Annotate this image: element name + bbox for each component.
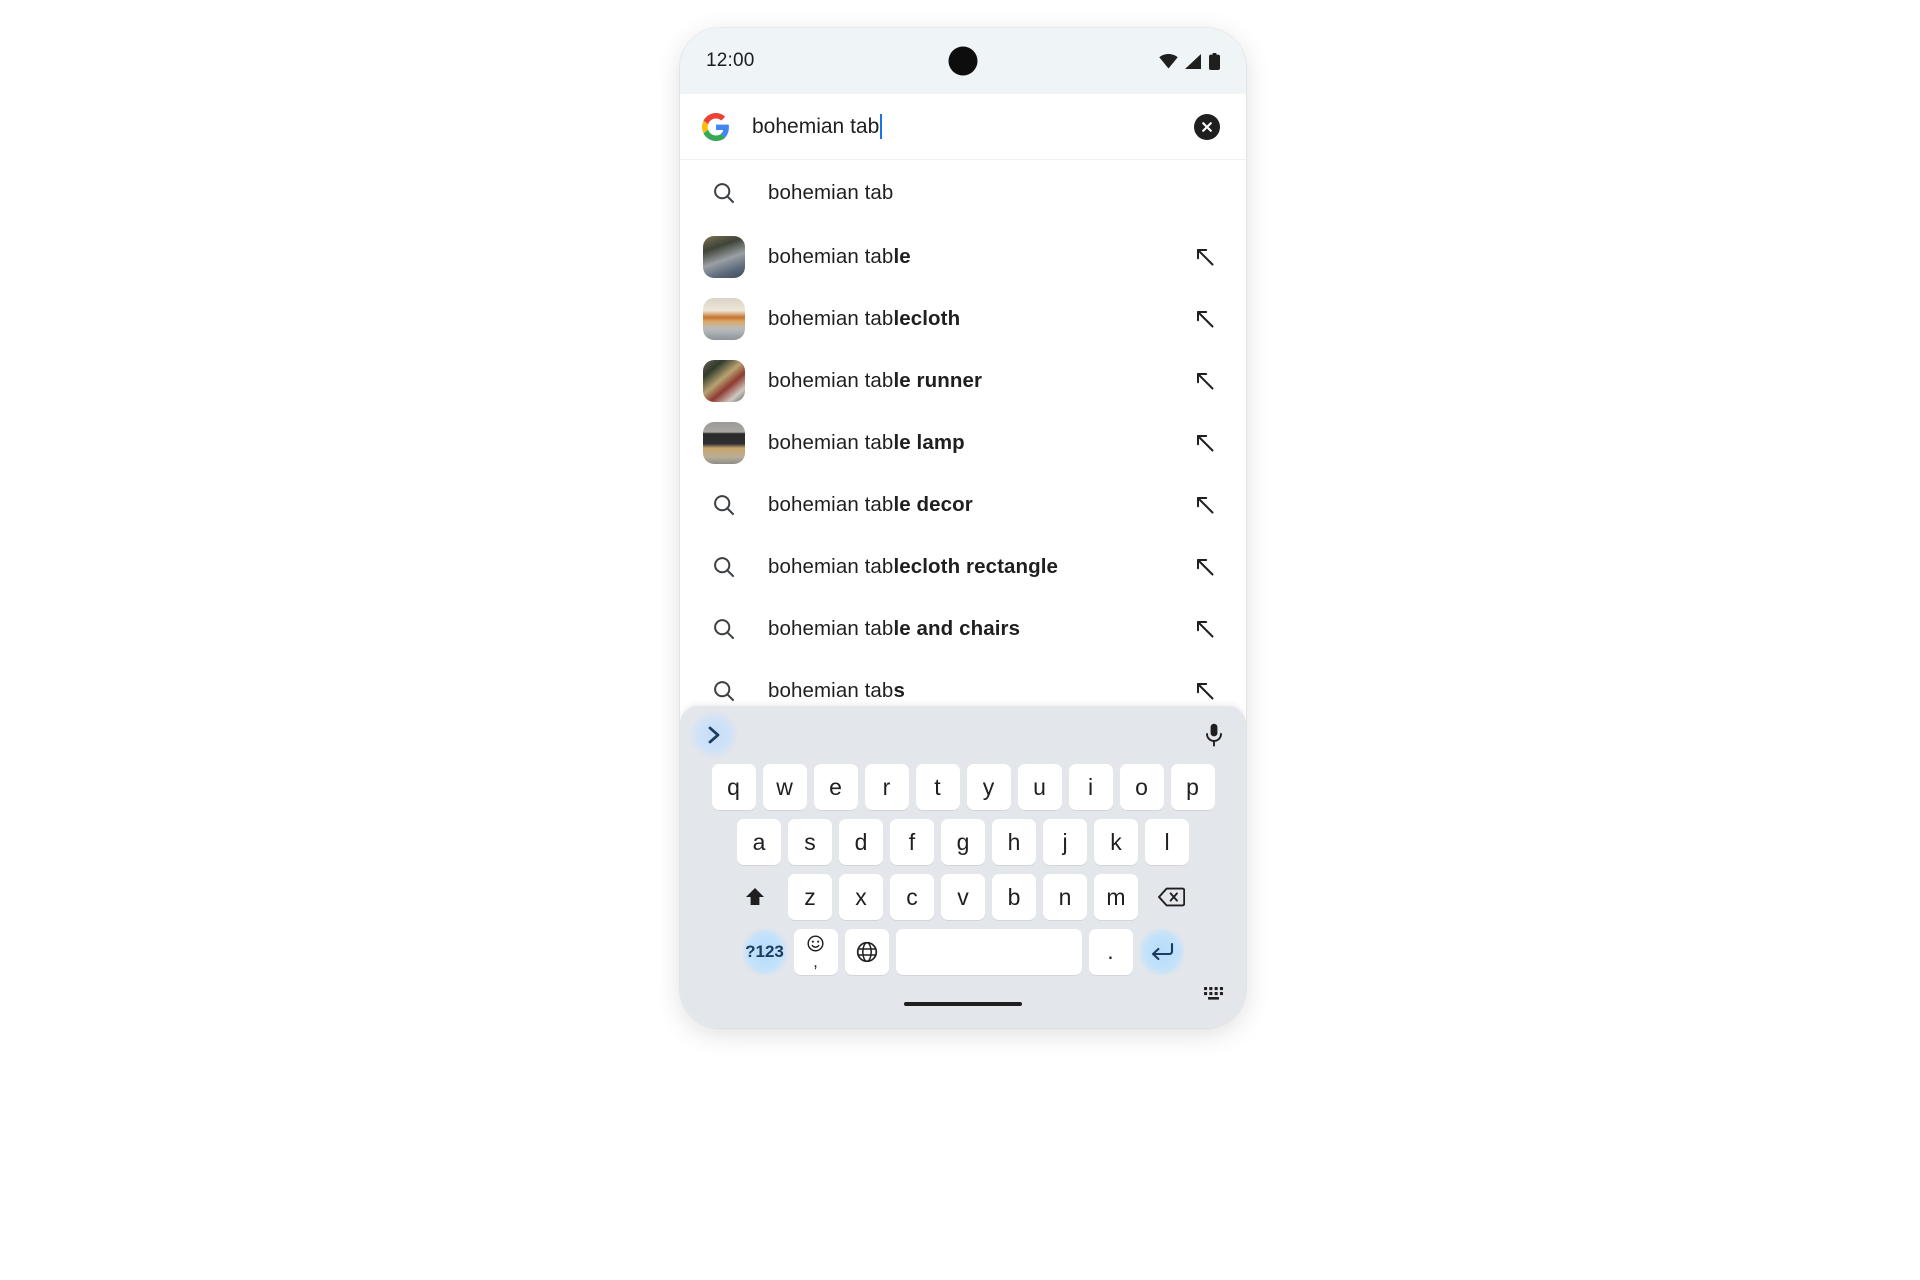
status-bar: 12:00 <box>680 28 1246 94</box>
fill-query-arrow-icon[interactable] <box>1190 490 1220 520</box>
period-key[interactable]: . <box>1088 929 1133 975</box>
camera-cutout <box>948 46 978 76</box>
key-v[interactable]: v <box>941 874 985 920</box>
suggestion-text: bohemian table lamp <box>768 431 965 454</box>
key-f[interactable]: f <box>890 819 934 865</box>
key-y[interactable]: y <box>966 764 1011 810</box>
suggestion-thumbnail <box>702 421 746 465</box>
key-j[interactable]: j <box>1043 819 1087 865</box>
wifi-icon <box>1159 53 1178 69</box>
period-label: . <box>1107 938 1114 965</box>
screenshot-canvas: 12:00 bohemian tab bohemian tab bohemian… <box>0 0 1920 1280</box>
suggestion-text: bohemian tab <box>768 181 894 204</box>
text-caret <box>880 114 883 139</box>
shift-key[interactable] <box>729 874 781 920</box>
suggestion-row[interactable]: bohemian table runner <box>680 350 1246 412</box>
on-screen-keyboard: qwertyuiop asdfghjkl zxcvbnm ?123 , . <box>680 706 1246 1028</box>
key-l[interactable]: l <box>1145 819 1189 865</box>
fill-query-arrow-icon[interactable] <box>1190 366 1220 396</box>
suggestion-text: bohemian table <box>768 245 911 268</box>
keyboard-row-3: zxcvbnm <box>680 874 1246 920</box>
key-u[interactable]: u <box>1017 764 1062 810</box>
key-h[interactable]: h <box>992 819 1036 865</box>
globe-icon <box>856 941 878 963</box>
key-w[interactable]: w <box>762 764 807 810</box>
gesture-navigation-bar[interactable] <box>904 1002 1022 1006</box>
key-m[interactable]: m <box>1094 874 1138 920</box>
cell-signal-icon <box>1185 53 1202 69</box>
keyboard-toolbar <box>680 706 1246 764</box>
key-i[interactable]: i <box>1068 764 1113 810</box>
hide-keyboard-icon[interactable] <box>1202 984 1228 1006</box>
suggestion-row[interactable]: bohemian table decor <box>680 474 1246 536</box>
search-bar[interactable]: bohemian tab <box>680 94 1246 160</box>
fill-query-arrow-icon[interactable] <box>1190 304 1220 334</box>
symbols-key[interactable]: ?123 <box>742 929 787 975</box>
suggestion-row[interactable]: bohemian table and chairs <box>680 598 1246 660</box>
search-input[interactable]: bohemian tab <box>752 114 1194 139</box>
suggestion-text: bohemian table runner <box>768 369 983 392</box>
enter-key[interactable] <box>1139 929 1184 975</box>
suggestion-thumbnail <box>702 235 746 279</box>
keyboard-row-1: qwertyuiop <box>680 764 1246 810</box>
status-bar-clock: 12:00 <box>706 50 755 71</box>
fill-query-arrow-icon[interactable] <box>1190 552 1220 582</box>
suggestion-row[interactable]: bohemian tablecloth <box>680 288 1246 350</box>
suggestion-thumbnail <box>702 297 746 341</box>
key-o[interactable]: o <box>1119 764 1164 810</box>
suggestion-text: bohemian tabs <box>768 679 905 702</box>
key-b[interactable]: b <box>992 874 1036 920</box>
suggestion-thumbnail <box>702 359 746 403</box>
suggestion-row[interactable]: bohemian tab <box>680 160 1246 226</box>
key-g[interactable]: g <box>941 819 985 865</box>
google-g-icon <box>702 112 730 141</box>
microphone-icon[interactable] <box>1196 717 1232 753</box>
suggestion-row[interactable]: bohemian table <box>680 226 1246 288</box>
backspace-key[interactable] <box>1145 874 1197 920</box>
search-icon <box>702 483 746 527</box>
key-q[interactable]: q <box>711 764 756 810</box>
key-z[interactable]: z <box>788 874 832 920</box>
suggestion-row[interactable]: bohemian tablecloth rectangle <box>680 536 1246 598</box>
fill-query-arrow-icon[interactable] <box>1190 676 1220 706</box>
fill-query-arrow-icon[interactable] <box>1190 614 1220 644</box>
key-k[interactable]: k <box>1094 819 1138 865</box>
key-s[interactable]: s <box>788 819 832 865</box>
key-x[interactable]: x <box>839 874 883 920</box>
suggestion-text: bohemian tablecloth rectangle <box>768 555 1059 578</box>
key-r[interactable]: r <box>864 764 909 810</box>
key-t[interactable]: t <box>915 764 960 810</box>
search-icon <box>702 607 746 651</box>
fill-query-arrow-icon[interactable] <box>1190 428 1220 458</box>
suggestion-text: bohemian tablecloth <box>768 307 961 330</box>
search-icon <box>702 171 746 215</box>
status-bar-icons <box>1159 52 1220 70</box>
key-d[interactable]: d <box>839 819 883 865</box>
suggestion-text: bohemian table and chairs <box>768 617 1021 640</box>
fill-query-arrow-icon[interactable] <box>1190 242 1220 272</box>
key-e[interactable]: e <box>813 764 858 810</box>
keyboard-row-4: ?123 , . <box>680 929 1246 975</box>
comma-label: , <box>813 951 818 971</box>
suggestion-text: bohemian table decor <box>768 493 973 516</box>
chevron-right-icon[interactable] <box>690 711 738 759</box>
key-a[interactable]: a <box>737 819 781 865</box>
key-n[interactable]: n <box>1043 874 1087 920</box>
key-c[interactable]: c <box>890 874 934 920</box>
emoji-icon <box>807 934 824 952</box>
search-input-value: bohemian tab <box>752 114 880 138</box>
battery-icon <box>1209 52 1220 70</box>
space-key[interactable] <box>895 929 1082 975</box>
language-globe-key[interactable] <box>844 929 889 975</box>
keyboard-bottom-bar <box>680 984 1246 1024</box>
key-p[interactable]: p <box>1170 764 1215 810</box>
suggestion-row[interactable]: bohemian table lamp <box>680 412 1246 474</box>
clear-search-button[interactable] <box>1194 113 1220 140</box>
emoji-comma-key[interactable]: , <box>793 929 838 975</box>
keyboard-row-2: asdfghjkl <box>680 819 1246 865</box>
search-icon <box>702 545 746 589</box>
phone-device-frame: 12:00 bohemian tab bohemian tab bohemian… <box>680 28 1246 1028</box>
